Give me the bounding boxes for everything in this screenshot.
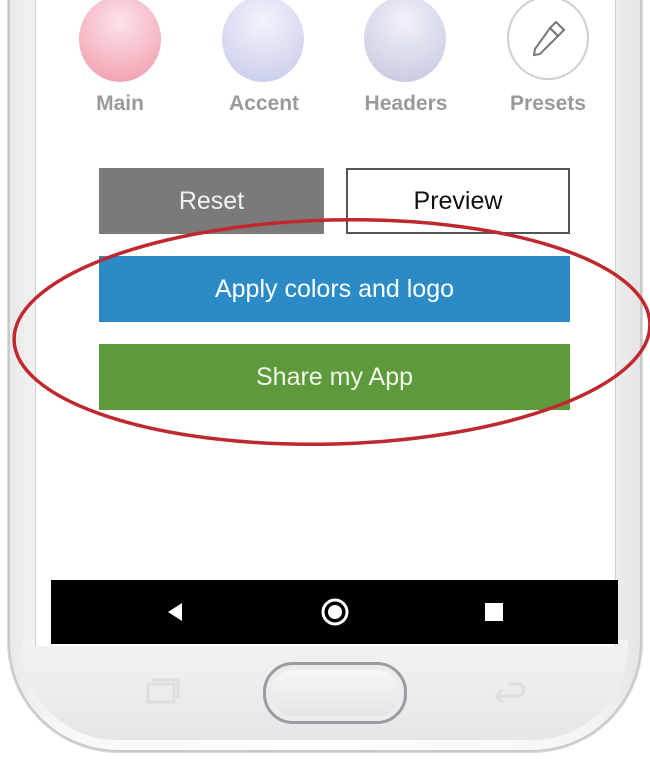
headers-color-swatch[interactable] <box>364 0 446 82</box>
eyedropper-icon <box>532 20 566 57</box>
recents-square-icon <box>485 603 503 621</box>
android-navigation-bar <box>51 580 618 644</box>
back-triangle-icon <box>168 603 182 621</box>
recent-apps-hardware-key[interactable] <box>142 678 182 713</box>
share-my-app-button[interactable]: Share my App <box>99 344 570 410</box>
headers-label: Headers <box>364 92 448 115</box>
back-arrow-icon <box>493 682 526 704</box>
main-color-swatch[interactable] <box>79 0 161 82</box>
nav-recents-button[interactable] <box>454 580 534 644</box>
nav-home-button[interactable] <box>295 580 375 644</box>
accent-label: Accent <box>228 92 300 115</box>
physical-home-button[interactable] <box>263 662 407 724</box>
preview-button[interactable]: Preview <box>346 168 570 234</box>
main-label: Main <box>96 92 144 115</box>
recent-apps-icon <box>146 678 180 704</box>
nav-back-button[interactable] <box>135 580 215 644</box>
home-circle-icon <box>321 598 349 626</box>
apply-colors-logo-button[interactable]: Apply colors and logo <box>99 256 570 322</box>
presets-label: Presets <box>510 92 586 115</box>
accent-color-swatch[interactable] <box>222 0 304 82</box>
presets-button[interactable] <box>507 0 589 80</box>
back-hardware-key[interactable] <box>488 678 528 713</box>
reset-button[interactable]: Reset <box>99 168 324 234</box>
